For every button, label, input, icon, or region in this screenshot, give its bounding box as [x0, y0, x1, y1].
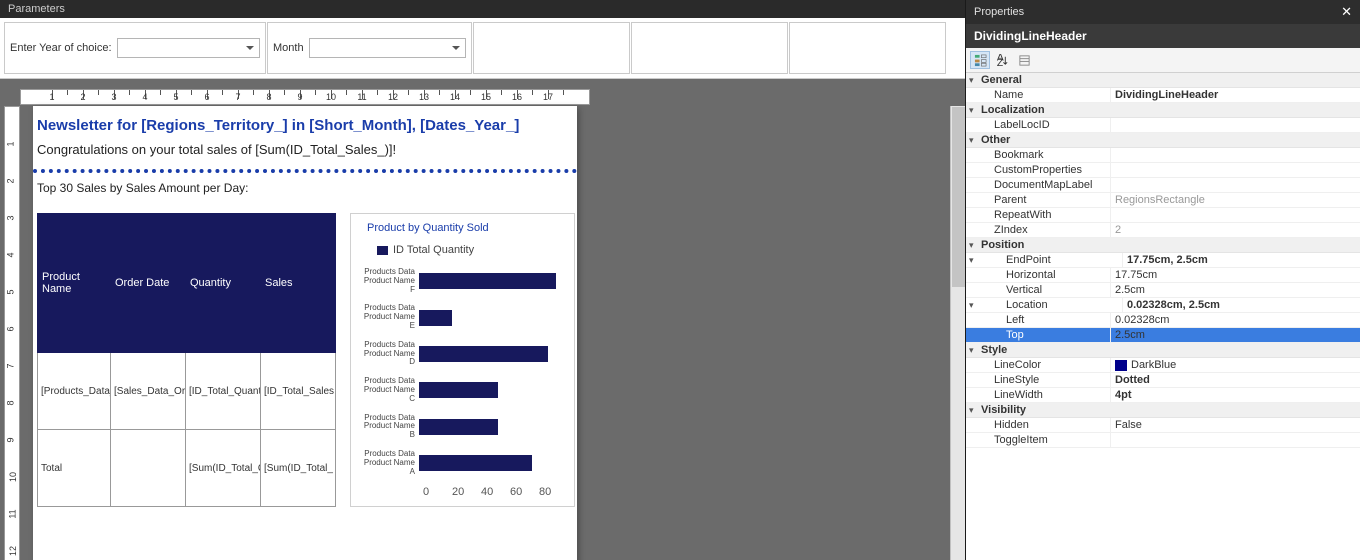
chevron-down-icon: ▾	[969, 75, 981, 86]
left-panel: Parameters Enter Year of choice: Month 1…	[0, 0, 965, 560]
chevron-down-icon: ▾	[966, 300, 978, 311]
properties-toolbar: AZ	[966, 48, 1360, 73]
param-year-select[interactable]	[117, 38, 260, 58]
bar-row: Products Data Product Name C	[357, 377, 568, 403]
prop-name[interactable]: NameDividingLineHeader	[966, 88, 1360, 103]
chart-legend: ID Total Quantity	[357, 244, 568, 268]
prop-linewidth[interactable]: LineWidth4pt	[966, 388, 1360, 403]
prop-zindex[interactable]: ZIndex2	[966, 223, 1360, 238]
report-congrats[interactable]: Congratulations on your total sales of […	[33, 142, 577, 169]
param-month-cell: Month	[267, 22, 472, 74]
color-swatch-icon	[1115, 360, 1127, 371]
prop-vertical[interactable]: Vertical2.5cm	[966, 283, 1360, 298]
category-position[interactable]: ▾Position	[966, 238, 1360, 253]
category-localization[interactable]: ▾Localization	[966, 103, 1360, 118]
category-other[interactable]: ▾Other	[966, 133, 1360, 148]
param-blank-3[interactable]	[789, 22, 946, 74]
svg-text:Z: Z	[996, 58, 1002, 67]
param-blank-1[interactable]	[473, 22, 630, 74]
category-general[interactable]: ▾General	[966, 73, 1360, 88]
properties-title: Properties	[974, 6, 1024, 18]
scrollbar-thumb[interactable]	[952, 107, 965, 287]
category-visibility[interactable]: ▾Visibility	[966, 403, 1360, 418]
horizontal-ruler[interactable]: 1234567891011121314151617	[20, 89, 590, 105]
bar-label: Products Data Product Name E	[357, 304, 419, 330]
table-header[interactable]: Product Name	[38, 214, 111, 353]
prop-location[interactable]: ▾Location0.02328cm, 2.5cm	[966, 298, 1360, 313]
chevron-down-icon: ▾	[969, 240, 981, 251]
table-header[interactable]: Sales	[261, 214, 336, 353]
properties-grid[interactable]: ▾GeneralNameDividingLineHeader▾Localizat…	[966, 73, 1360, 560]
param-year-cell: Enter Year of choice:	[4, 22, 266, 74]
bar-fill	[419, 310, 452, 326]
properties-panel: Properties ✕ DividingLineHeader AZ ▾Gene…	[965, 0, 1360, 560]
bar-label: Products Data Product Name C	[357, 377, 419, 403]
alphabetical-view-button[interactable]: AZ	[992, 51, 1012, 69]
bar-row: Products Data Product Name B	[357, 414, 568, 440]
param-month-select[interactable]	[309, 38, 466, 58]
legend-label: ID Total Quantity	[393, 244, 474, 256]
bar-fill	[419, 346, 548, 362]
param-month-label: Month	[273, 42, 304, 54]
vertical-scrollbar[interactable]	[950, 106, 965, 560]
prop-hidden[interactable]: HiddenFalse	[966, 418, 1360, 433]
table-header[interactable]: Quantity	[186, 214, 261, 353]
table-row[interactable]: [Products_Data_[Sales_Data_Ord[ID_Total_…	[38, 353, 336, 430]
properties-header: Properties ✕	[966, 0, 1360, 24]
chevron-down-icon: ▾	[969, 135, 981, 146]
design-surface[interactable]: 1234567891011121314151617 12345678910111…	[0, 79, 965, 560]
prop-endpoint[interactable]: ▾EndPoint17.75cm, 2.5cm	[966, 253, 1360, 268]
categorized-view-button[interactable]	[970, 51, 990, 69]
chevron-down-icon: ▾	[969, 405, 981, 416]
properties-object-name[interactable]: DividingLineHeader	[966, 24, 1360, 48]
bar-label: Products Data Product Name B	[357, 414, 419, 440]
chart-x-axis: 020406080	[423, 486, 568, 498]
chart-bars: Products Data Product Name F Products Dat…	[357, 268, 568, 476]
bar-row: Products Data Product Name D	[357, 341, 568, 367]
chevron-down-icon: ▾	[966, 255, 978, 266]
report-subtitle[interactable]: Top 30 Sales by Sales Amount per Day:	[33, 177, 577, 213]
sales-table[interactable]: Product NameOrder DateQuantitySales[Prod…	[37, 213, 336, 507]
property-pages-button[interactable]	[1014, 51, 1034, 69]
bar-row: Products Data Product Name F	[357, 268, 568, 294]
bar-label: Products Data Product Name A	[357, 450, 419, 476]
bar-row: Products Data Product Name A	[357, 450, 568, 476]
bar-fill	[419, 455, 532, 471]
prop-left[interactable]: Left0.02328cm	[966, 313, 1360, 328]
close-icon[interactable]: ✕	[1341, 4, 1352, 20]
param-year-label: Enter Year of choice:	[10, 42, 112, 54]
bar-fill	[419, 273, 556, 289]
table-header[interactable]: Order Date	[111, 214, 186, 353]
prop-repeatwith[interactable]: RepeatWith	[966, 208, 1360, 223]
param-blank-2[interactable]	[631, 22, 788, 74]
prop-toggleitem[interactable]: ToggleItem	[966, 433, 1360, 448]
chevron-down-icon: ▾	[969, 105, 981, 116]
prop-top[interactable]: Top2.5cm	[966, 328, 1360, 343]
parameters-body: Enter Year of choice: Month	[0, 18, 965, 79]
prop-documentmaplabel[interactable]: DocumentMapLabel	[966, 178, 1360, 193]
bar-fill	[419, 382, 498, 398]
prop-horizontal[interactable]: Horizontal17.75cm	[966, 268, 1360, 283]
bar-row: Products Data Product Name E	[357, 304, 568, 330]
bar-label: Products Data Product Name F	[357, 268, 419, 294]
dividing-line-header[interactable]	[33, 169, 577, 173]
bar-fill	[419, 419, 498, 435]
parameters-header: Parameters	[0, 0, 965, 18]
prop-labellocid[interactable]: LabelLocID	[966, 118, 1360, 133]
chart-title: Product by Quantity Sold	[357, 222, 568, 244]
report-canvas[interactable]: Newsletter for [Regions_Territory_] in […	[33, 106, 577, 560]
report-title[interactable]: Newsletter for [Regions_Territory_] in […	[33, 106, 577, 142]
prop-linecolor[interactable]: LineColorDarkBlue	[966, 358, 1360, 373]
prop-customproperties[interactable]: CustomProperties	[966, 163, 1360, 178]
bar-label: Products Data Product Name D	[357, 341, 419, 367]
chart-container[interactable]: Product by Quantity Sold ID Total Quanti…	[350, 213, 575, 507]
prop-linestyle[interactable]: LineStyleDotted	[966, 373, 1360, 388]
category-style[interactable]: ▾Style	[966, 343, 1360, 358]
legend-swatch-icon	[377, 246, 388, 255]
prop-bookmark[interactable]: Bookmark	[966, 148, 1360, 163]
chevron-down-icon: ▾	[969, 345, 981, 356]
prop-parent[interactable]: ParentRegionsRectangle	[966, 193, 1360, 208]
vertical-ruler[interactable]: 1234567891011121314	[4, 106, 20, 560]
table-row[interactable]: Total[Sum(ID_Total_Q[Sum(ID_Total_	[38, 430, 336, 507]
